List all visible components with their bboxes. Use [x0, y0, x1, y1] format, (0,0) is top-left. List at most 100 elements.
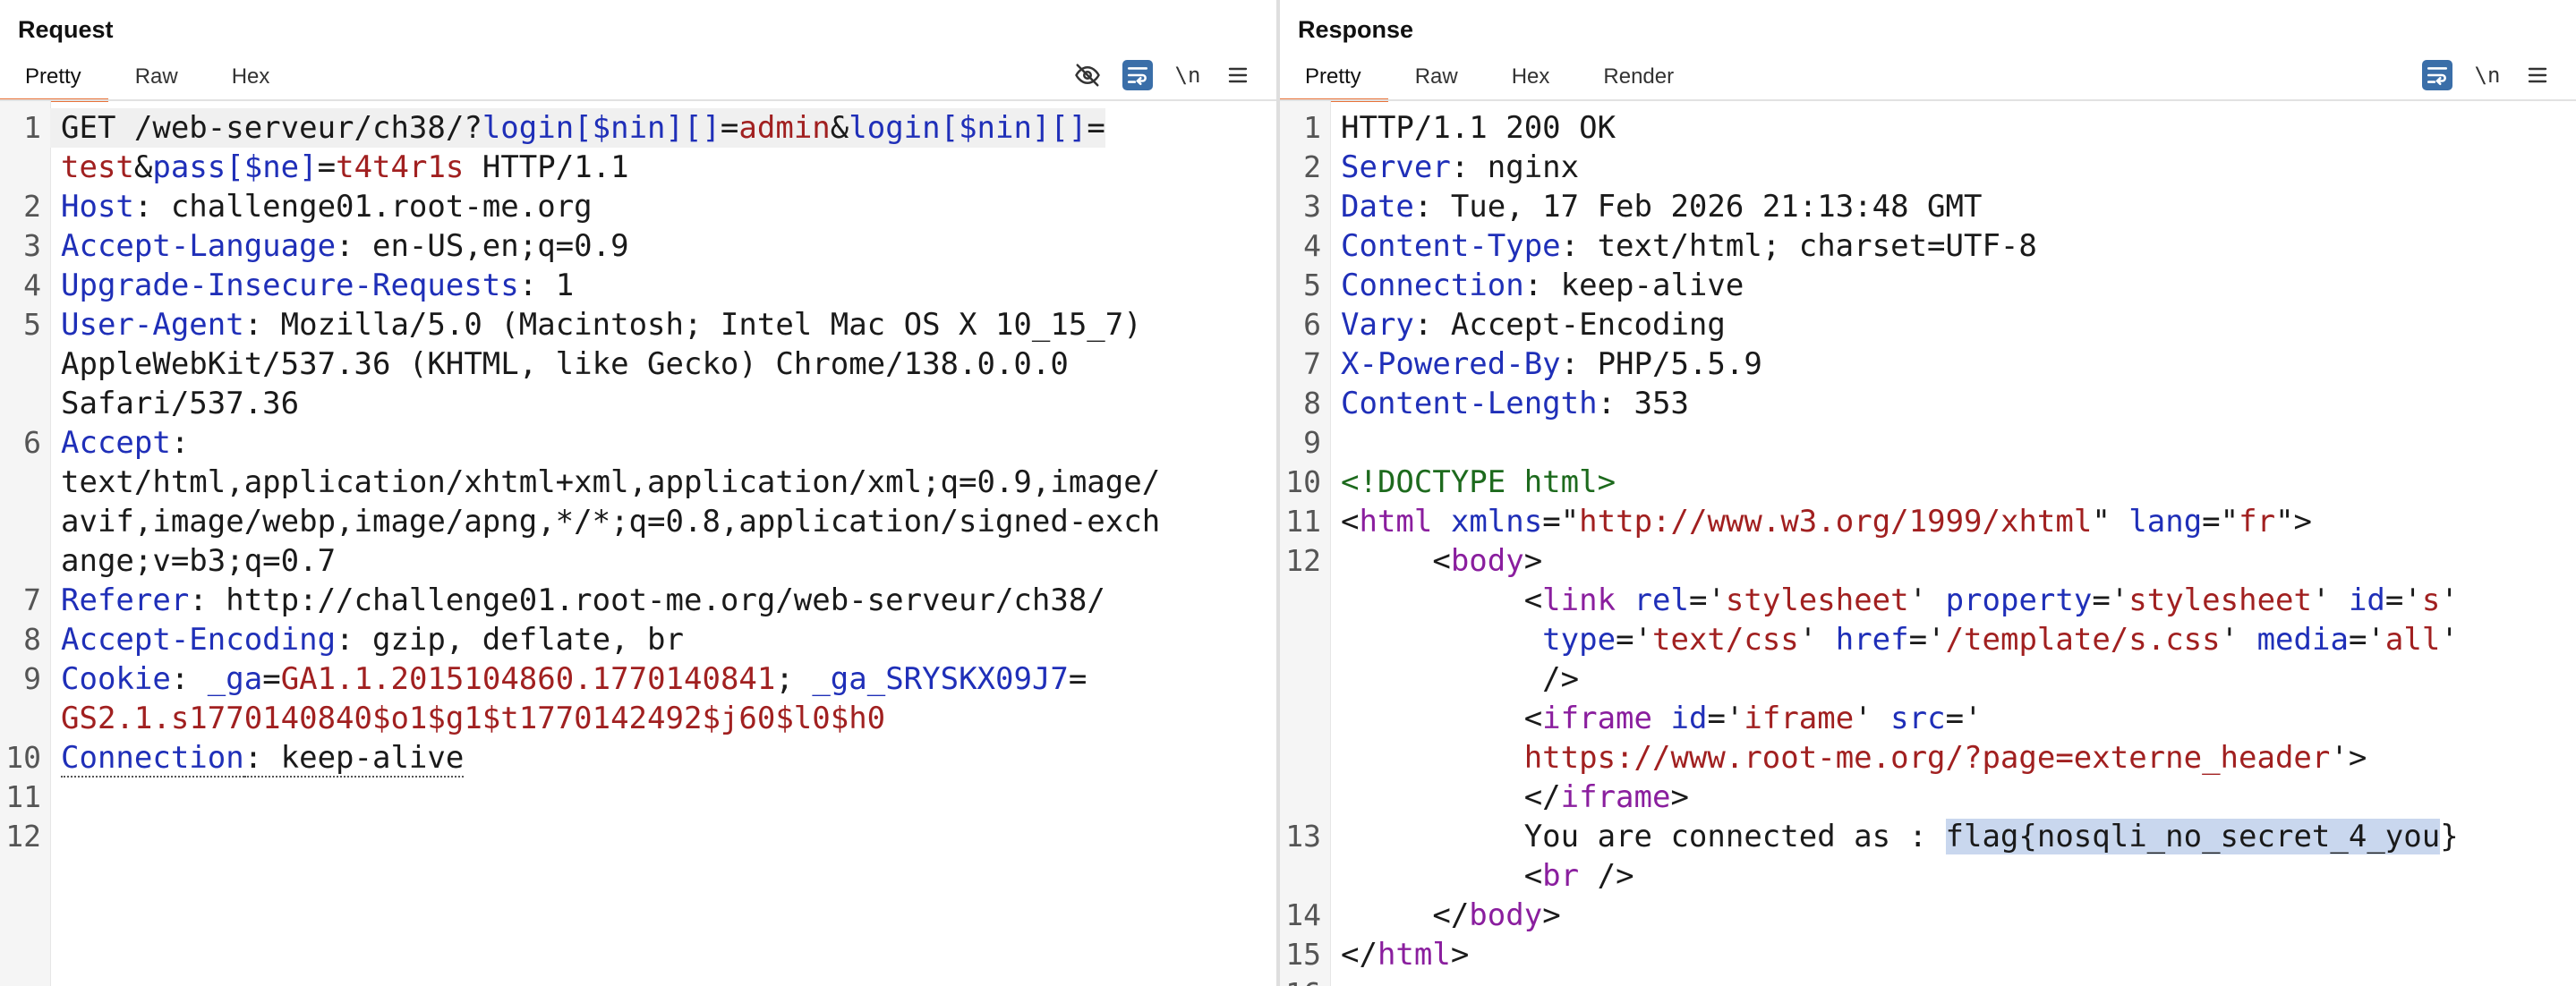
code-token: br — [1542, 858, 1580, 894]
code-token: : keep-alive — [1523, 268, 1744, 303]
line-number: 15 — [1285, 937, 1321, 972]
code-token: =' — [1688, 582, 1726, 618]
code-token: : Tue, 17 Feb 2026 21:13:48 GMT — [1413, 189, 1983, 225]
line-text: Content-Type: text/html; charset=UTF-8 — [1330, 226, 2037, 266]
code-token: = — [720, 110, 739, 146]
line-number — [1280, 856, 1330, 896]
menu-icon[interactable] — [2522, 60, 2553, 90]
code-token: link — [1542, 582, 1616, 618]
request-title: Request — [18, 16, 114, 43]
eye-off-icon[interactable] — [1072, 60, 1103, 90]
line-number: 13 — [1285, 819, 1321, 854]
code-line: 4 Upgrade-Insecure-Requests: 1 — [0, 266, 1276, 305]
request-tab-raw[interactable]: Raw — [108, 59, 205, 100]
code-line: 3 Date: Tue, 17 Feb 2026 21:13:48 GMT — [1280, 187, 2576, 226]
line-number — [1280, 778, 1330, 817]
code-token: http://www.w3.org/1999/xhtml — [1579, 504, 2093, 540]
code-token: : http://challenge01.root-me.org/web-ser… — [189, 582, 1105, 618]
request-editor[interactable]: 1 GET /web-serveur/ch38/?login[$nin][]=ad… — [0, 101, 1276, 986]
code-token: login[$nin][] — [482, 110, 721, 146]
code-token: text/css — [1652, 622, 1799, 658]
line-text: </iframe> — [1330, 778, 1689, 817]
request-tab-hex[interactable]: Hex — [205, 59, 297, 100]
code-token: ' — [1854, 701, 1891, 736]
line-number: 8 — [1303, 386, 1321, 421]
code-token: ' — [2440, 582, 2459, 618]
line-text: Date: Tue, 17 Feb 2026 21:13:48 GMT — [1330, 187, 1982, 226]
wrap-icon[interactable] — [1122, 60, 1153, 90]
line-text — [50, 817, 79, 856]
menu-icon[interactable] — [1223, 60, 1253, 90]
code-line: <link rel='stylesheet' property='stylesh… — [1280, 581, 2576, 620]
code-token: type — [1542, 622, 1616, 658]
wrap-icon[interactable] — [2422, 60, 2452, 90]
newline-icon[interactable]: \n — [2472, 60, 2503, 90]
line-number: 3 — [23, 228, 41, 263]
line-number: 10 — [1285, 464, 1321, 499]
response-tabs: Pretty Raw Hex Render — [1280, 59, 1701, 102]
response-tab-pretty[interactable]: Pretty — [1280, 59, 1388, 102]
code-token: =" — [1542, 504, 1580, 540]
code-token: GA1.1.2015104860.1770140841 — [280, 661, 776, 697]
line-text: <br /> — [1330, 856, 1634, 896]
newline-icon[interactable]: \n — [1173, 60, 1203, 90]
code-line: 13 You are connected as : flag{nosqli_no… — [1280, 817, 2576, 856]
code-line: /> — [1280, 659, 2576, 699]
code-token: html — [1359, 504, 1433, 540]
code-token: < — [1341, 701, 1543, 736]
code-token: ange;v=b3;q=0.7 — [61, 543, 337, 579]
code-token: GET /web-serveur/ch38/? — [61, 110, 482, 146]
code-line: text/html,application/xhtml+xml,applicat… — [0, 463, 1276, 502]
line-text: <body> — [1330, 541, 1542, 581]
line-text: </body> — [1330, 896, 1561, 935]
code-token: : Accept-Encoding — [1413, 307, 1726, 343]
code-token: Safari/537.36 — [61, 386, 300, 421]
line-number — [1280, 620, 1330, 659]
code-token: '> — [2330, 740, 2367, 776]
response-tab-hex[interactable]: Hex — [1485, 59, 1577, 100]
code-token: > — [1523, 543, 1543, 579]
response-tab-render[interactable]: Render — [1576, 59, 1701, 100]
code-token: Cookie — [61, 661, 171, 697]
code-line: type='text/css' href='/template/s.css' m… — [1280, 620, 2576, 659]
request-tab-pretty[interactable]: Pretty — [0, 59, 108, 102]
code-token: login[$nin][] — [849, 110, 1088, 146]
code-token: " — [2092, 504, 2129, 540]
request-toolbar: \n — [1072, 59, 1253, 91]
line-text: avif,image/webp,image/apng,*/*;q=0.8,app… — [50, 502, 1160, 541]
line-text: Accept-Encoding: gzip, deflate, br — [50, 620, 684, 659]
code-token: < — [1341, 543, 1451, 579]
code-token: Vary — [1341, 307, 1414, 343]
code-token: Content-Length — [1341, 386, 1598, 421]
code-line: 7 X-Powered-By: PHP/5.5.9 — [1280, 344, 2576, 384]
code-line: 11 <html xmlns="http://www.w3.org/1999/xh… — [1280, 502, 2576, 541]
code-token: X-Powered-By — [1341, 346, 1561, 382]
line-number: 5 — [1303, 268, 1321, 302]
code-line: <iframe id='iframe' src=' — [1280, 699, 2576, 738]
line-number — [1280, 699, 1330, 738]
line-number: 4 — [1303, 228, 1321, 263]
code-token: > — [1542, 897, 1561, 933]
line-text: /> — [1330, 659, 1579, 699]
code-line: 12 <body> — [1280, 541, 2576, 581]
code-line: AppleWebKit/537.36 (KHTML, like Gecko) C… — [0, 344, 1276, 384]
line-number — [0, 344, 50, 384]
code-line: test&pass[$ne]=t4t4r1s HTTP/1.1 — [0, 148, 1276, 187]
response-tab-raw[interactable]: Raw — [1388, 59, 1485, 100]
response-editor[interactable]: 1 HTTP/1.1 200 OK 2 Server: nginx 3 Date: Tue… — [1280, 101, 2576, 986]
code-token: _ga_SRYSKX09J7 — [812, 661, 1069, 697]
code-token: : — [170, 661, 208, 697]
line-text — [1330, 974, 1359, 986]
line-number: 6 — [1303, 307, 1321, 342]
line-number — [1280, 738, 1330, 778]
code-line: 1 GET /web-serveur/ch38/?login[$nin][]=ad… — [0, 108, 1276, 148]
code-line: 6 Vary: Accept-Encoding — [1280, 305, 2576, 344]
line-text: GS2.1.s1770140840$o1$g1$t1770142492$j60$… — [50, 699, 885, 738]
code-line: 14 </body> — [1280, 896, 2576, 935]
code-token: stylesheet — [2128, 582, 2312, 618]
line-text: <html xmlns="http://www.w3.org/1999/xhtm… — [1330, 502, 2312, 541]
line-text: Connection: keep-alive — [1330, 266, 1744, 305]
code-token: /> — [1579, 858, 1634, 894]
code-token: ' — [2312, 582, 2349, 618]
